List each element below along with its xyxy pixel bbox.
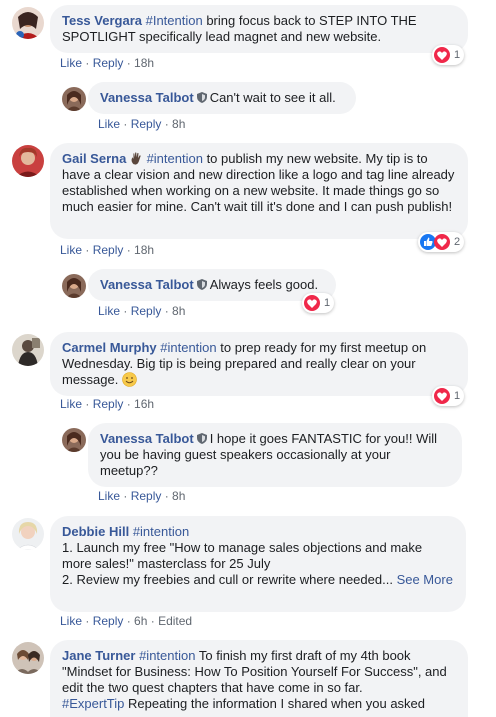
like-link[interactable]: Like	[60, 397, 82, 411]
avatar[interactable]	[12, 518, 44, 550]
comment-timestamp[interactable]: 6h	[134, 614, 147, 628]
comment-author[interactable]: Vanessa Talbot	[100, 431, 194, 446]
comment-text: Repeating the information I shared when …	[124, 696, 426, 711]
comment-actions: Like · Reply · 6h · Edited	[60, 614, 193, 628]
reply-link[interactable]: Reply	[131, 489, 162, 503]
avatar[interactable]	[62, 87, 86, 111]
heart-reaction-icon	[434, 234, 450, 250]
like-link[interactable]: Like	[60, 56, 82, 70]
comment-text-line: 1. Launch my free "How to manage sales o…	[62, 540, 423, 571]
heart-reaction-icon	[304, 295, 320, 311]
comment-bubble: Debbie Hill #intention 1. Launch my free…	[50, 516, 466, 612]
avatar[interactable]	[62, 428, 86, 452]
hashtag[interactable]: #intention	[133, 524, 189, 539]
comment-bubble: Gail Serna #intention to publish my new …	[50, 143, 468, 239]
comment-author[interactable]: Jane Turner	[62, 648, 135, 663]
reaction-summary[interactable]: 2	[418, 232, 465, 252]
comment-timestamp[interactable]: 8h	[172, 489, 185, 503]
admin-shield-icon	[196, 433, 207, 444]
reply-link[interactable]: Reply	[93, 56, 124, 70]
hashtag[interactable]: #intention	[139, 648, 195, 663]
comment-bubble: Carmel Murphy #intention to prep ready f…	[50, 332, 468, 396]
avatar[interactable]	[12, 145, 44, 177]
comment-author[interactable]: Carmel Murphy	[62, 340, 157, 355]
comment-actions: Like · Reply · 18h	[60, 56, 155, 70]
admin-shield-icon	[196, 92, 207, 103]
like-link[interactable]: Like	[98, 117, 120, 131]
comment-bubble: Jane Turner #intention To finish my firs…	[50, 640, 468, 717]
comment-timestamp[interactable]: 16h	[134, 397, 154, 411]
comment-actions: Like · Reply · 8h	[98, 489, 186, 503]
reaction-summary[interactable]: 1	[432, 386, 465, 406]
reply-link[interactable]: Reply	[93, 243, 124, 257]
comment-timestamp[interactable]: 8h	[172, 304, 185, 318]
comment-timestamp[interactable]: 18h	[134, 56, 154, 70]
like-link[interactable]: Like	[98, 489, 120, 503]
like-link[interactable]: Like	[60, 243, 82, 257]
avatar[interactable]	[12, 334, 44, 366]
like-link[interactable]: Like	[98, 304, 120, 318]
reaction-count: 1	[454, 49, 461, 61]
comment-timestamp[interactable]: 18h	[134, 243, 154, 257]
raised-hand-icon	[131, 152, 141, 165]
reaction-count: 2	[454, 236, 461, 248]
comment-bubble: Tess Vergara #Intention bring focus back…	[50, 5, 468, 53]
hashtag[interactable]: #intention	[147, 151, 203, 166]
hashtag[interactable]: #intention	[160, 340, 216, 355]
comment-text: Can't wait to see it all.	[209, 90, 336, 105]
reaction-summary[interactable]: 1	[432, 45, 465, 65]
comment-timestamp[interactable]: 8h	[172, 117, 185, 131]
avatar[interactable]	[12, 642, 44, 674]
hashtag[interactable]: #Intention	[146, 13, 203, 28]
reaction-count: 1	[324, 297, 331, 309]
reply-link[interactable]: Reply	[93, 614, 124, 628]
comment-actions: Like · Reply · 8h	[98, 117, 186, 131]
see-more-link[interactable]: See More	[397, 572, 453, 587]
heart-reaction-icon	[434, 47, 450, 63]
hashtag[interactable]: #ExpertTip	[62, 696, 124, 711]
comment-author[interactable]: Gail Serna	[62, 151, 126, 166]
edited-label[interactable]: Edited	[158, 614, 192, 628]
comment-author[interactable]: Vanessa Talbot	[100, 90, 194, 105]
reply-link[interactable]: Reply	[131, 304, 162, 318]
avatar[interactable]	[12, 7, 44, 39]
comment-text-line: 2. Review my freebies and cull or rewrit…	[62, 572, 393, 587]
reply-bubble: Vanessa Talbot Always feels good.	[88, 269, 336, 301]
comment-author[interactable]: Vanessa Talbot	[100, 277, 194, 292]
admin-shield-icon	[196, 279, 207, 290]
comment-actions: Like · Reply · 8h	[98, 304, 186, 318]
reaction-summary[interactable]: 1	[302, 293, 335, 313]
comment-author[interactable]: Debbie Hill	[62, 524, 129, 539]
like-link[interactable]: Like	[60, 614, 82, 628]
reply-link[interactable]: Reply	[93, 397, 124, 411]
reply-bubble: Vanessa Talbot I hope it goes FANTASTIC f…	[88, 423, 462, 487]
heart-reaction-icon	[434, 388, 450, 404]
reply-bubble: Vanessa Talbot Can't wait to see it all.	[88, 82, 356, 114]
avatar[interactable]	[62, 274, 86, 298]
smile-emoji-icon	[122, 372, 137, 387]
comment-author[interactable]: Tess Vergara	[62, 13, 142, 28]
comment-actions: Like · Reply · 16h	[60, 397, 155, 411]
comment-text: Always feels good.	[209, 277, 319, 292]
comment-actions: Like · Reply · 18h	[60, 243, 155, 257]
reaction-count: 1	[454, 390, 461, 402]
reply-link[interactable]: Reply	[131, 117, 162, 131]
